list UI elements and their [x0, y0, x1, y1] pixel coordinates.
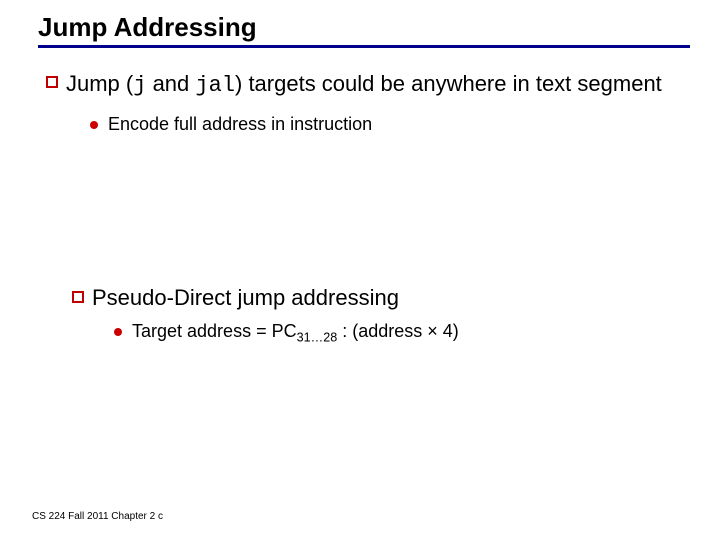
- code-j: j: [133, 73, 146, 98]
- text-fragment: Target address = PC: [132, 321, 297, 341]
- footer-text: CS 224 Fall 2011 Chapter 2 c: [32, 511, 163, 522]
- pc-subscript: 31…28: [297, 330, 338, 344]
- bullet-jump-targets: Jump (j and jal) targets could be anywhe…: [46, 70, 720, 100]
- subbullet-encode: Encode full address in instruction: [90, 114, 720, 135]
- bullet-jump-targets-text: Jump (j and jal) targets could be anywhe…: [66, 70, 662, 100]
- text-fragment: ) targets could be anywhere in text segm…: [235, 71, 662, 96]
- slide: Jump Addressing Jump (j and jal) targets…: [0, 0, 720, 540]
- content-area: Jump (j and jal) targets could be anywhe…: [0, 70, 720, 344]
- subbullet-target-address-text: Target address = PC31…28 : (address × 4): [132, 321, 459, 345]
- title-wrap: Jump Addressing: [38, 12, 690, 48]
- bullet-pseudo-direct: Pseudo-Direct jump addressing: [72, 285, 720, 311]
- subbullet-target-address: Target address = PC31…28 : (address × 4): [114, 321, 720, 345]
- square-bullet-icon: [72, 291, 84, 303]
- dot-bullet-icon: [114, 328, 122, 336]
- text-fragment: : (address × 4): [337, 321, 459, 341]
- square-bullet-icon: [46, 76, 58, 88]
- text-fragment: and: [146, 71, 195, 96]
- text-fragment: Jump (: [66, 71, 133, 96]
- bullet-pseudo-direct-text: Pseudo-Direct jump addressing: [92, 285, 399, 311]
- code-jal: jal: [195, 73, 235, 98]
- slide-title: Jump Addressing: [38, 12, 690, 48]
- dot-bullet-icon: [90, 121, 98, 129]
- subbullet-encode-text: Encode full address in instruction: [108, 114, 372, 135]
